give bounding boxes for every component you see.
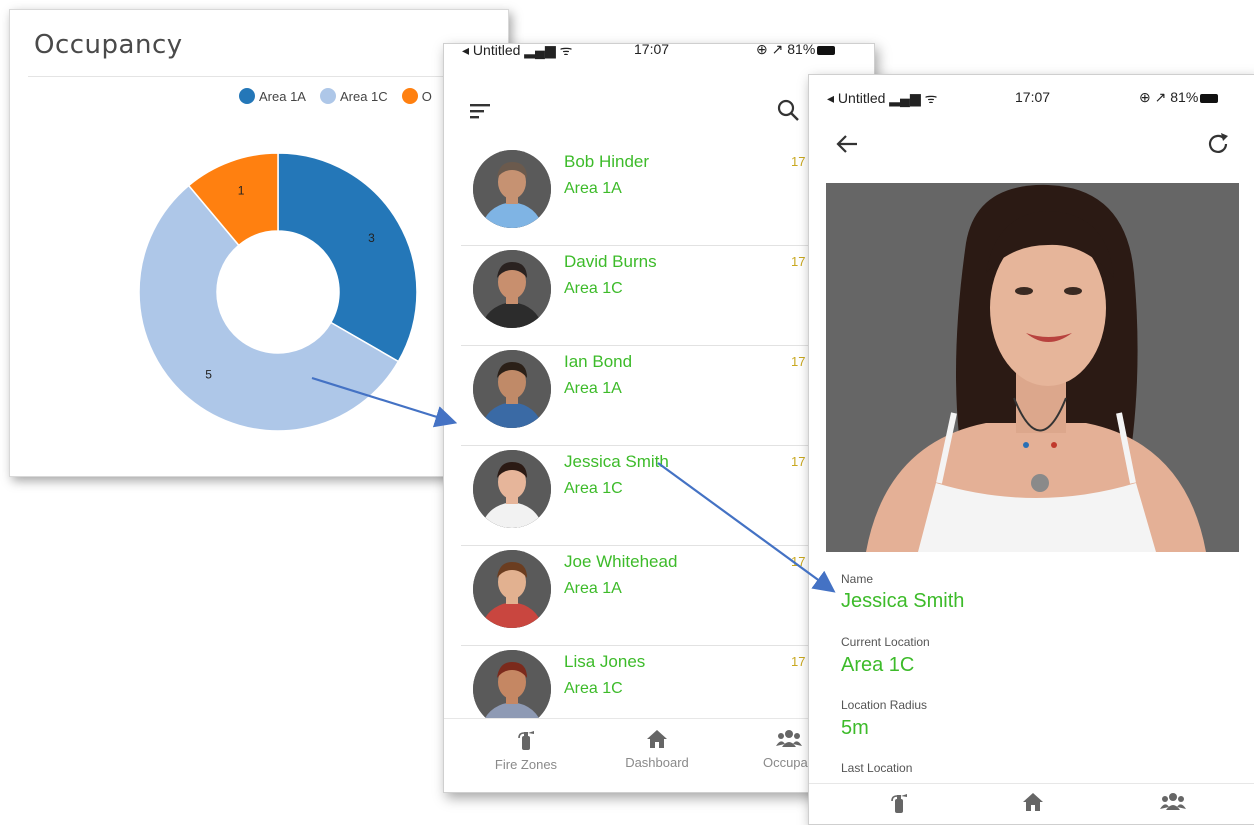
occupancy-chart-card: Occupancy Area 1A Area 1C O 351 (9, 9, 509, 477)
current-location-label: Current Location (841, 635, 930, 649)
battery-status: ⊕ ↗ 81% (1139, 89, 1219, 106)
battery-label: ⊕ ↗ 81% (1139, 89, 1199, 105)
last-location-label: Last Location (841, 761, 913, 775)
slice-value-label: 5 (205, 368, 212, 382)
avatar (473, 350, 551, 428)
fire-extinguisher-icon (494, 729, 558, 757)
refresh-icon[interactable] (1205, 131, 1231, 162)
location-radius-label: Location Radius (841, 698, 928, 712)
current-location-value: Area 1C (841, 654, 915, 676)
person-name: Joe Whitehead (564, 552, 678, 571)
back-arrow-icon[interactable] (835, 133, 859, 160)
slice-value-label: 1 (238, 184, 245, 198)
name-value: Jessica Smith (841, 590, 965, 612)
person-name: David Burns (564, 252, 657, 271)
person-detail-screen: ◂ Untitled ▂▄▆ ᯤ 17:07 ⊕ ↗ 81% Name Jess… (808, 74, 1254, 825)
donut-slice-area-1a[interactable] (277, 152, 418, 363)
avatar (473, 250, 551, 328)
person-name: Bob Hinder (564, 152, 650, 171)
carrier-label: ◂ Untitled ▂▄▆ ᯤ (827, 90, 938, 106)
battery-icon (1200, 93, 1219, 103)
battery-icon (817, 45, 836, 55)
person-area: Area 1C (564, 280, 623, 297)
carrier-label: ◂ Untitled ▂▄▆ ᯤ (462, 43, 573, 58)
people-icon (1153, 792, 1193, 818)
fire-extinguisher-icon (879, 792, 919, 820)
avatar (473, 450, 551, 528)
nav-label: Fire Zones (494, 757, 558, 773)
clock: 17:07 (1015, 89, 1051, 105)
donut-chart: 3 5 1 (138, 152, 418, 432)
person-name: Jessica Smith (564, 452, 669, 471)
nav-fire-zones[interactable] (879, 792, 919, 820)
battery-status: ⊕ ↗ 81% (756, 43, 836, 58)
clock: 17:07 (634, 43, 670, 57)
avatar (473, 550, 551, 628)
bottom-nav (809, 783, 1254, 824)
person-area: Area 1C (564, 480, 623, 497)
nav-occupancy[interactable] (1153, 792, 1193, 818)
nav-dashboard[interactable]: Dashboard (624, 729, 690, 770)
person-name: Lisa Jones (564, 652, 646, 671)
status-bar: ◂ Untitled ▂▄▆ ᯤ 17:07 ⊕ ↗ 81% (809, 83, 1254, 109)
location-radius-value: 5m (841, 717, 869, 739)
person-area: Area 1A (564, 580, 622, 597)
avatar (473, 150, 551, 228)
nav-dashboard[interactable] (1013, 792, 1053, 818)
avatar (473, 650, 551, 728)
nav-label: Dashboard (625, 755, 689, 771)
menu-icon[interactable] (470, 101, 492, 125)
portrait-illustration (826, 183, 1239, 552)
profile-photo (826, 183, 1239, 552)
nav-fire-zones[interactable]: Fire Zones (494, 729, 558, 772)
home-icon (1013, 792, 1053, 818)
battery-label: ⊕ ↗ 81% (756, 43, 816, 57)
person-area: Area 1C (564, 680, 623, 697)
person-area: Area 1A (564, 180, 622, 197)
person-name: Ian Bond (564, 352, 633, 371)
person-area: Area 1A (564, 380, 622, 397)
name-label: Name (841, 572, 874, 586)
status-bar: ◂ Untitled ▂▄▆ ᯤ 17:07 ⊕ ↗ 81% (444, 43, 874, 61)
search-icon[interactable] (777, 99, 799, 126)
slice-value-label: 3 (368, 231, 375, 245)
home-icon (624, 729, 690, 755)
